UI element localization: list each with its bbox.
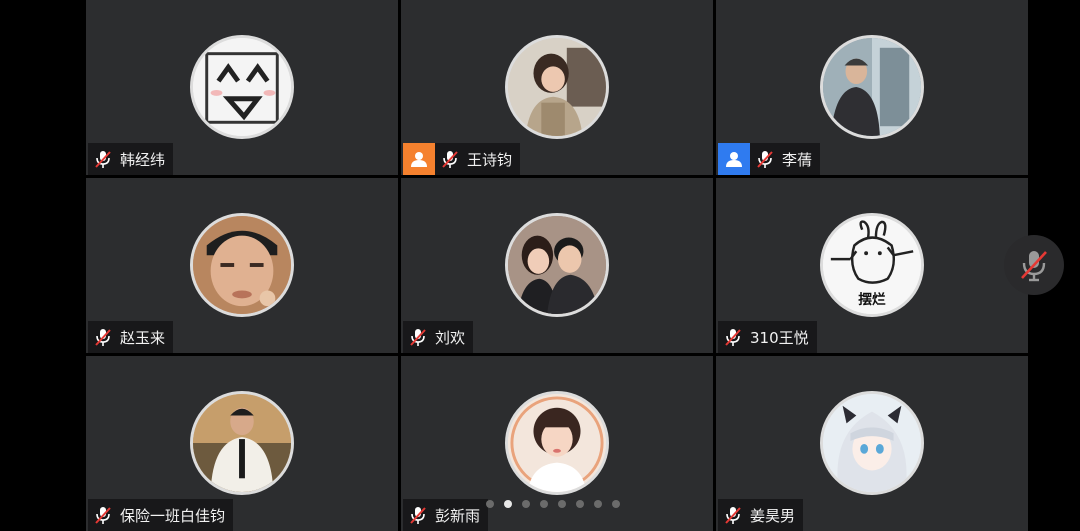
avatar <box>505 213 609 317</box>
participant-label: 王诗钧 <box>403 143 521 175</box>
svg-text:摆烂: 摆烂 <box>858 291 886 308</box>
muted-mic-icon <box>752 143 778 175</box>
participant-name: 刘欢 <box>435 328 466 347</box>
man-selfie-avatar <box>193 216 291 314</box>
avatar <box>190 213 294 317</box>
muted-mic-icon <box>437 143 463 175</box>
participant-label: 彭新雨 <box>403 499 489 531</box>
avatar <box>505 35 609 139</box>
participant-name: 李蒨 <box>782 150 813 169</box>
participant-label: 赵玉来 <box>88 321 174 353</box>
avatar <box>820 391 924 495</box>
participant-name: 保险一班白佳钧 <box>120 506 226 525</box>
page-dot[interactable] <box>576 500 584 508</box>
avatar <box>190 35 294 139</box>
participant-tile[interactable]: 赵玉来 <box>86 178 398 353</box>
man-photo-avatar <box>823 38 921 136</box>
participant-name: 姜昊男 <box>750 506 796 525</box>
child-photo-avatar <box>508 38 606 136</box>
page-dot[interactable] <box>594 500 602 508</box>
participant-name: 彭新雨 <box>435 506 481 525</box>
bunny-sketch-avatar: 摆烂 <box>823 216 921 314</box>
man-suit-avatar <box>193 394 291 492</box>
page-dot[interactable] <box>558 500 566 508</box>
couple-photo-avatar <box>508 216 606 314</box>
page-dot[interactable] <box>540 500 548 508</box>
page-dot[interactable] <box>486 500 494 508</box>
participant-name: 赵玉来 <box>120 328 166 347</box>
participant-tile[interactable]: 保险一班白佳钧 <box>86 356 398 531</box>
orange-person-icon <box>403 143 435 175</box>
avatar <box>820 35 924 139</box>
participant-label: 李蒨 <box>718 143 821 175</box>
participant-tile[interactable]: 姜昊男 <box>716 356 1028 531</box>
face-sketch-avatar <box>193 38 291 136</box>
page-dot[interactable] <box>612 500 620 508</box>
mute-toggle-button[interactable] <box>1004 235 1064 295</box>
participant-tile[interactable]: 刘欢 <box>401 178 713 353</box>
participant-label: 姜昊男 <box>718 499 804 531</box>
avatar <box>505 391 609 495</box>
participant-label: 刘欢 <box>403 321 474 353</box>
participant-grid: 韩经纬 王诗钧 李蒨 赵玉来 刘欢 摆烂 310王悦 保险一班白佳钧 彭新雨 姜… <box>86 0 1028 531</box>
avatar <box>190 391 294 495</box>
page-dot-current[interactable] <box>504 500 512 508</box>
page-indicator[interactable] <box>486 500 620 508</box>
blue-person-icon <box>718 143 750 175</box>
participant-tile[interactable]: 王诗钧 <box>401 0 713 175</box>
participant-label: 韩经纬 <box>88 143 174 175</box>
muted-mic-icon <box>405 499 431 531</box>
participant-label: 保险一班白佳钧 <box>88 499 234 531</box>
page-dot[interactable] <box>522 500 530 508</box>
anime-girl-avatar <box>823 394 921 492</box>
muted-mic-icon <box>405 321 431 353</box>
participant-name: 王诗钧 <box>467 150 513 169</box>
participant-tile[interactable]: 韩经纬 <box>86 0 398 175</box>
participant-name: 310王悦 <box>750 328 809 347</box>
muted-mic-icon <box>90 499 116 531</box>
participant-tile[interactable]: 摆烂 310王悦 <box>716 178 1028 353</box>
muted-mic-icon <box>1021 251 1047 282</box>
participant-tile[interactable]: 李蒨 <box>716 0 1028 175</box>
muted-mic-icon <box>90 143 116 175</box>
participant-name: 韩经纬 <box>120 150 166 169</box>
participant-label: 310王悦 <box>718 321 817 353</box>
muted-mic-icon <box>720 499 746 531</box>
muted-mic-icon <box>90 321 116 353</box>
muted-mic-icon <box>720 321 746 353</box>
girl-photo-avatar <box>508 394 606 492</box>
avatar: 摆烂 <box>820 213 924 317</box>
